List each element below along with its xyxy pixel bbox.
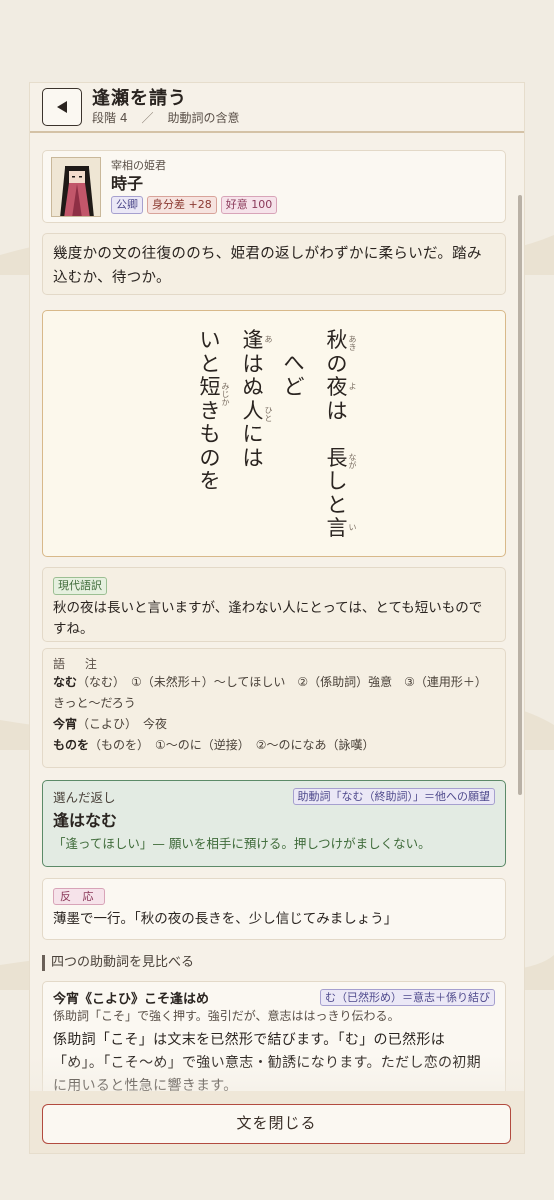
poem-character: 言い bbox=[326, 516, 358, 540]
poem-character: ど bbox=[283, 374, 305, 399]
breadcrumb-separator: ／ bbox=[141, 111, 154, 125]
glossary-card: 語 注 なむ（なむ） ①（未然形＋）〜してほしい ②（係助詞）強意 ③（連用形＋… bbox=[42, 648, 506, 768]
poem-character bbox=[322, 423, 352, 447]
poem-character: と bbox=[199, 351, 221, 376]
narration-text: 幾度かの文の往復ののち、姫君の返しがわずかに柔らいだ。踏み込むか、待つか。 bbox=[53, 246, 482, 286]
page-title: 逢瀬を請う bbox=[92, 88, 187, 109]
poem-column: へど bbox=[279, 351, 309, 399]
back-button[interactable] bbox=[42, 88, 82, 126]
poem-character: の bbox=[326, 351, 348, 376]
poem-character: も bbox=[199, 422, 221, 446]
compare-title: 今宵《こよひ》こそ逢はめ bbox=[53, 992, 210, 1007]
poem-character: と bbox=[326, 492, 348, 517]
furigana: あき bbox=[348, 335, 357, 351]
poem-character: ぬ bbox=[242, 375, 264, 399]
content-scroll-area[interactable]: 宰相の姫君 時子 公卿 身分差 +28 好意 100 幾度かの文の往復ののち、姫… bbox=[30, 135, 524, 1153]
topic-label: 助動詞の含意 bbox=[167, 111, 240, 125]
character-role: 宰相の姫君 bbox=[111, 159, 166, 172]
glossary-term: 今宵 bbox=[53, 717, 78, 731]
poem-character: を bbox=[199, 469, 221, 493]
reaction-text: 薄墨で一行。「秋の夜の長きを、少し信じてみましょう」 bbox=[53, 911, 398, 927]
poem-character: へ bbox=[283, 351, 305, 375]
poem-character: に bbox=[242, 422, 264, 446]
breadcrumb: 段階 4 ／ 助動詞の含意 bbox=[92, 110, 239, 126]
poem-character: の bbox=[199, 445, 221, 470]
glossary-heading: 語 注 bbox=[53, 657, 105, 671]
selected-reply-label: 選んだ返し bbox=[53, 790, 116, 805]
poem-character: 秋あき bbox=[326, 328, 358, 352]
poem-vertical-text: 秋あきの夜よは 長ながしと言いへど逢あはぬ人ひとにはいと短みじかきものを bbox=[43, 328, 505, 549]
furigana: ひと bbox=[264, 405, 273, 422]
glossary-row: ものを（ものを） ①〜のに（逆接） ②〜のになあ（詠嘆） bbox=[53, 735, 495, 756]
letter-panel: 逢瀬を請う 段階 4 ／ 助動詞の含意 宰相の姫君 時子 公卿 身分差 +28 … bbox=[30, 83, 524, 1153]
poem-character: は bbox=[242, 351, 264, 376]
glossary-term: ものを bbox=[53, 738, 90, 752]
poem-column: 秋あきの夜よは 長ながしと言い bbox=[322, 328, 358, 541]
character-card: 宰相の姫君 時子 公卿 身分差 +28 好意 100 bbox=[42, 150, 506, 223]
poem-character: き bbox=[199, 398, 221, 423]
footer-bar: 文を閉じる bbox=[30, 1091, 524, 1153]
status-gap-badge: 身分差 +28 bbox=[147, 196, 217, 214]
furigana: よ bbox=[348, 382, 357, 390]
stage-label: 段階 4 bbox=[92, 111, 128, 125]
header: 逢瀬を請う 段階 4 ／ 助動詞の含意 bbox=[30, 83, 524, 133]
poem-column: いと短みじかきものを bbox=[195, 328, 231, 494]
grammar-tag: 助動詞「なむ（終助詞）」＝他への願望 bbox=[292, 788, 495, 805]
poem-character: し bbox=[326, 469, 348, 493]
compare-section-title: 四つの助動詞を見比べる bbox=[42, 955, 194, 971]
reaction-label: 反 応 bbox=[53, 888, 105, 905]
selected-reply-description: 「逢ってほしい」— 願いを相手に預ける。押しつけがましくない。 bbox=[53, 836, 431, 851]
selected-reply-card: 選んだ返し 助動詞「なむ（終助詞）」＝他への願望 逢はなむ 「逢ってほしい」— … bbox=[42, 780, 506, 867]
left-triangle-icon bbox=[57, 101, 67, 113]
selected-reply-text: 逢はなむ bbox=[53, 811, 118, 830]
glossary-definition: （こよひ） 今夜 bbox=[77, 717, 168, 731]
furigana: い bbox=[348, 523, 357, 531]
translation-card: 現代語訳 秋の夜は長いと言いますが、逢わない人にとっては、とても短いものですね。 bbox=[42, 567, 506, 642]
glossary-term: なむ bbox=[53, 675, 78, 689]
rank-badge: 公卿 bbox=[111, 196, 143, 214]
poem-character: 長なが bbox=[326, 445, 358, 470]
compare-grammar-tag: む（已然形め）＝意志＋係り結び bbox=[320, 989, 495, 1006]
glossary-definition: （なむ） ①（未然形＋）〜してほしい ②（係助詞）強意 ③（連用形＋）きっと〜だ… bbox=[53, 675, 487, 710]
poem-character: 短みじか bbox=[199, 375, 231, 406]
close-letter-button[interactable]: 文を閉じる bbox=[42, 1104, 511, 1144]
character-name: 時子 bbox=[111, 174, 144, 193]
poem-character: い bbox=[199, 328, 221, 352]
translation-label: 現代語訳 bbox=[53, 577, 107, 595]
poem-character: は bbox=[326, 398, 348, 423]
poem-card: 秋あきの夜よは 長ながしと言いへど逢あはぬ人ひとにはいと短みじかきものを bbox=[42, 310, 506, 557]
scrollbar[interactable] bbox=[518, 195, 522, 795]
furigana: あ bbox=[264, 335, 273, 343]
compare-subtitle: 係助詞「こそ」で強く押す。強引だが、意志ははっきり伝わる。 bbox=[53, 1009, 400, 1023]
poem-character: 夜よ bbox=[326, 375, 358, 399]
reaction-card: 反 応 薄墨で一行。「秋の夜の長きを、少し信じてみましょう」 bbox=[42, 878, 506, 940]
glossary-definition: （ものを） ①〜のに（逆接） ②〜のになあ（詠嘆） bbox=[89, 738, 375, 752]
poem-character: 人ひと bbox=[242, 398, 274, 423]
furigana: なが bbox=[348, 452, 357, 469]
affection-badge: 好意 100 bbox=[220, 196, 278, 214]
poem-character: 逢あ bbox=[242, 328, 274, 352]
princess-portrait-avatar bbox=[51, 156, 101, 217]
poem-column: 逢あはぬ人ひとには bbox=[238, 328, 274, 470]
narration-card: 幾度かの文の往復ののち、姫君の返しがわずかに柔らいだ。踏み込むか、待つか。 bbox=[42, 233, 506, 295]
glossary-row: なむ（なむ） ①（未然形＋）〜してほしい ②（係助詞）強意 ③（連用形＋）きっと… bbox=[53, 672, 495, 714]
translation-text: 秋の夜は長いと言いますが、逢わない人にとっては、とても短いものですね。 bbox=[53, 600, 483, 637]
glossary-row: 今宵（こよひ） 今夜 bbox=[53, 714, 495, 735]
poem-character: は bbox=[242, 445, 264, 470]
